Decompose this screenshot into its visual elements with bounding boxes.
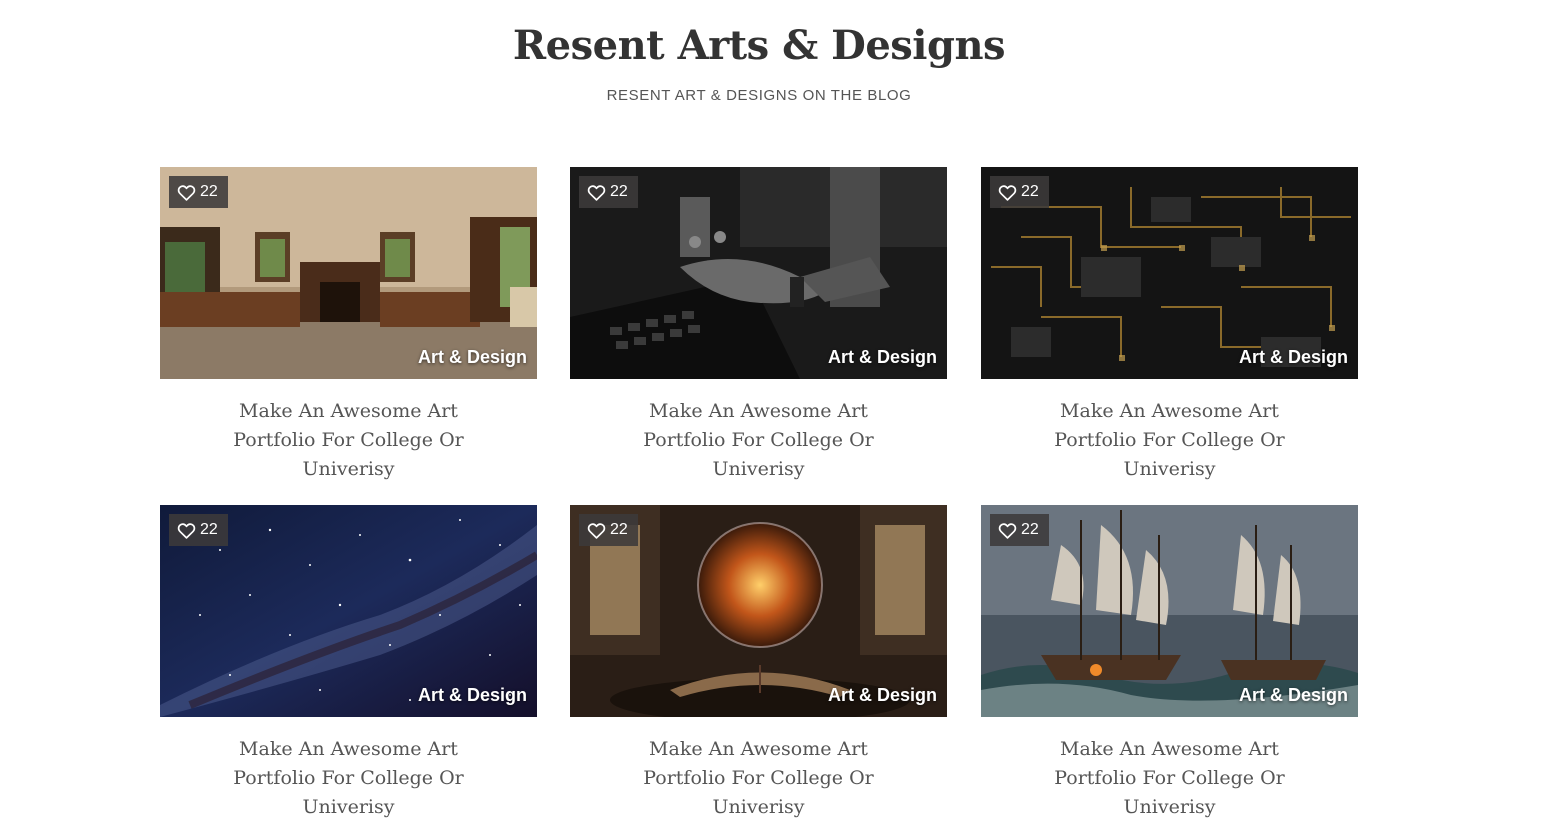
likes-badge[interactable]: 22 — [579, 514, 638, 546]
likes-count: 22 — [610, 183, 628, 200]
heart-outline-icon — [998, 522, 1017, 539]
section-title: Resent Arts & Designs — [512, 22, 1006, 69]
heart-outline-icon — [587, 184, 606, 201]
post-card[interactable]: 22 Art & Design Make An Awesome Art Port… — [160, 505, 537, 822]
post-title-link[interactable]: Make An Awesome Art Portfolio For Colleg… — [160, 735, 537, 822]
likes-badge[interactable]: 22 — [579, 176, 638, 208]
likes-badge[interactable]: 22 — [990, 176, 1049, 208]
post-card[interactable]: 22 Art & Design Make An Awesome Art Port… — [160, 167, 537, 484]
post-thumbnail[interactable]: 22 Art & Design — [981, 505, 1358, 717]
post-card[interactable]: 22 Art & Design Make An Awesome Art Port… — [570, 505, 947, 822]
likes-count: 22 — [610, 521, 628, 538]
category-link[interactable]: Art & Design — [418, 685, 527, 706]
category-link[interactable]: Art & Design — [1239, 347, 1348, 368]
likes-count: 22 — [1021, 183, 1039, 200]
post-card[interactable]: 22 Art & Design Make An Awesome Art Port… — [570, 167, 947, 484]
heart-outline-icon — [998, 184, 1017, 201]
post-title-link[interactable]: Make An Awesome Art Portfolio For Colleg… — [570, 735, 947, 822]
post-thumbnail[interactable]: 22 Art & Design — [981, 167, 1358, 379]
likes-count: 22 — [1021, 521, 1039, 538]
heart-outline-icon — [177, 522, 196, 539]
likes-badge[interactable]: 22 — [990, 514, 1049, 546]
post-title-link[interactable]: Make An Awesome Art Portfolio For Colleg… — [160, 397, 537, 484]
likes-badge[interactable]: 22 — [169, 176, 228, 208]
category-link[interactable]: Art & Design — [418, 347, 527, 368]
category-link[interactable]: Art & Design — [828, 347, 937, 368]
post-title-link[interactable]: Make An Awesome Art Portfolio For Colleg… — [570, 397, 947, 484]
post-thumbnail[interactable]: 22 Art & Design — [570, 505, 947, 717]
recent-arts-section: Resent Arts & Designs RESENT ART & DESIG… — [0, 0, 1547, 826]
likes-badge[interactable]: 22 — [169, 514, 228, 546]
category-link[interactable]: Art & Design — [828, 685, 937, 706]
post-thumbnail[interactable]: 22 Art & Design — [160, 505, 537, 717]
likes-count: 22 — [200, 521, 218, 538]
category-link[interactable]: Art & Design — [1239, 685, 1348, 706]
post-title-link[interactable]: Make An Awesome Art Portfolio For Colleg… — [981, 735, 1358, 822]
post-card[interactable]: 22 Art & Design Make An Awesome Art Port… — [981, 167, 1358, 484]
heart-outline-icon — [587, 522, 606, 539]
post-title-link[interactable]: Make An Awesome Art Portfolio For Colleg… — [981, 397, 1358, 484]
post-card[interactable]: 22 Art & Design Make An Awesome Art Port… — [981, 505, 1358, 822]
post-thumbnail[interactable]: 22 Art & Design — [570, 167, 947, 379]
post-thumbnail[interactable]: 22 Art & Design — [160, 167, 537, 379]
heart-outline-icon — [177, 184, 196, 201]
likes-count: 22 — [200, 183, 218, 200]
section-subtitle: RESENT ART & DESIGNS ON THE BLOG — [606, 87, 912, 104]
